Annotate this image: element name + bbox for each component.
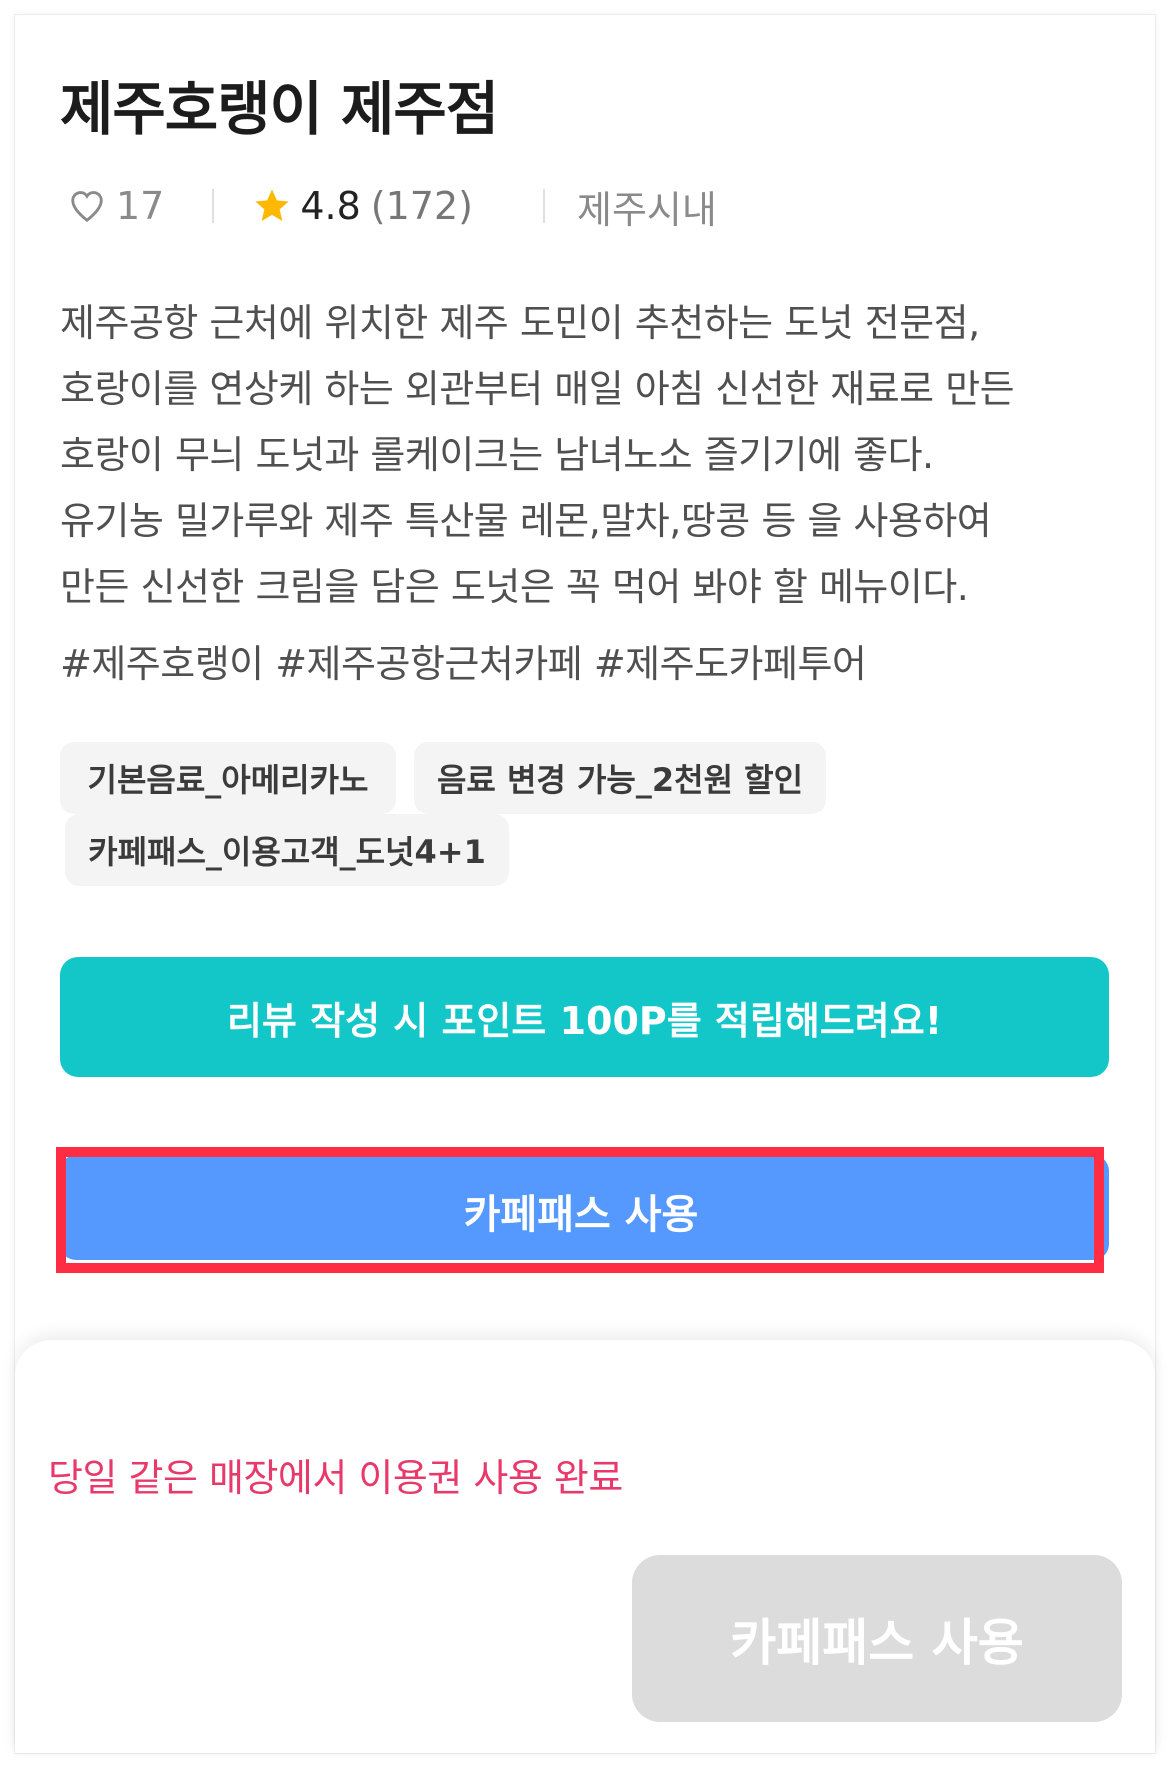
- likes-count: 17: [116, 184, 165, 228]
- description-line: 호랑이를 연상케 하는 외관부터 매일 아침 신선한 재료로 만든: [60, 367, 1015, 411]
- heart-icon[interactable]: [68, 187, 106, 225]
- usage-notice: 당일 같은 매장에서 이용권 사용 완료: [48, 1456, 623, 1500]
- meta-divider: [542, 189, 545, 223]
- star-icon: [255, 189, 290, 221]
- tag-chip: 기본음료_아메리카노: [60, 742, 396, 814]
- store-meta-row: 17 4.8 (172) 제주시내: [68, 178, 717, 234]
- meta-divider: [212, 189, 215, 223]
- description-line: 만든 신선한 크림을 담은 도넛은 꼭 먹어 봐야 할 메뉴이다.: [60, 565, 969, 609]
- tag-chip: 음료 변경 가능_2천원 할인: [414, 742, 826, 814]
- description-line: 유기농 밀가루와 제주 특산물 레몬,말차,땅콩 등 을 사용하여: [60, 499, 992, 543]
- review-points-button[interactable]: 리뷰 작성 시 포인트 100P를 적립해드려요!: [60, 957, 1109, 1077]
- description-line: 제주공항 근처에 위치한 제주 도민이 추천하는 도넛 전문점,: [60, 301, 980, 345]
- tag-chip: 카페패스_이용고객_도넛4+1: [65, 814, 509, 886]
- description-line: 호랑이 무늬 도넛과 롤케이크는 남녀노소 즐기기에 좋다.: [60, 433, 934, 477]
- hashtags: #제주호랭이 #제주공항근처카페 #제주도카페투어: [60, 642, 867, 686]
- review-count: (172): [370, 184, 473, 228]
- store-description: 제주공항 근처에 위치한 제주 도민이 추천하는 도넛 전문점, 호랑이를 연상…: [60, 290, 1120, 620]
- region-label: 제주시내: [576, 187, 717, 232]
- cafepass-use-button[interactable]: 카페패스 사용: [82, 1172, 1080, 1250]
- store-title: 제주호랭이 제주점: [60, 75, 499, 143]
- rating-value: 4.8: [300, 184, 361, 228]
- cafepass-use-button-disabled: 카페패스 사용: [632, 1555, 1122, 1722]
